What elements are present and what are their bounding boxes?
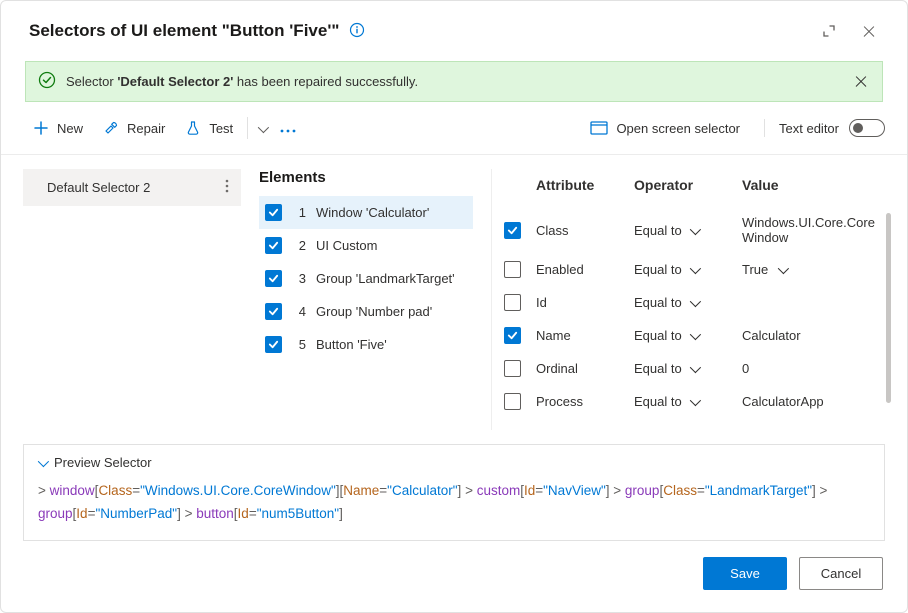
attribute-name: Class [536,223,626,238]
text-editor-label: Text editor [779,121,839,136]
dialog-footer: Save Cancel [1,541,907,612]
expand-icon[interactable] [815,17,843,45]
attribute-name: Name [536,328,626,343]
attribute-value[interactable]: 0 [742,361,881,376]
info-icon[interactable] [349,22,365,41]
attribute-name: Ordinal [536,361,626,376]
checkbox[interactable] [265,270,282,287]
checkbox[interactable] [504,261,521,278]
attribute-name: Id [536,295,626,310]
element-index: 2 [292,238,306,253]
attribute-name: Enabled [536,262,626,277]
dialog-header: Selectors of UI element "Button 'Five'" [1,1,907,53]
toolbar: New Repair Test Open screen selector Tex… [1,110,907,155]
more-actions-icon[interactable] [272,121,304,136]
test-button[interactable]: Test [175,116,243,140]
elements-column: Elements 1 Window 'Calculator' 2 UI Custom 3… [259,169,473,430]
success-banner: Selector 'Default Selector 2' has been r… [25,61,883,102]
attribute-value[interactable]: CalculatorApp [742,394,881,409]
attr-head-value: Value [742,177,881,193]
selector-item[interactable]: Default Selector 2 [23,169,241,206]
chevron-down-icon [690,262,698,277]
preview-heading: Preview Selector [54,455,152,470]
checkbox[interactable] [504,393,521,410]
element-label: Group 'LandmarkTarget' [316,271,455,286]
attr-head-operator: Operator [634,177,734,193]
element-index: 5 [292,337,306,352]
attribute-name: Process [536,394,626,409]
attribute-row: Class Equal to Windows.UI.Core.CoreWindo… [500,207,885,253]
attribute-row: Id Equal to [500,286,885,319]
attribute-row: Process Equal to CalculatorApp [500,385,885,418]
selector-item-more-icon[interactable] [225,179,229,196]
element-row[interactable]: 4 Group 'Number pad' [259,295,473,328]
chevron-down-icon [690,361,698,376]
chevron-down-icon [690,223,698,238]
element-row[interactable]: 1 Window 'Calculator' [259,196,473,229]
main-area: Default Selector 2 Elements 1 Window 'Cal… [1,155,907,430]
checkbox[interactable] [504,327,521,344]
selector-string: > window[Class="Windows.UI.Core.CoreWind… [38,480,870,526]
dialog-title: Selectors of UI element "Button 'Five'" [29,21,339,41]
checkbox[interactable] [504,222,521,239]
new-button[interactable]: New [23,116,93,140]
operator-dropdown[interactable]: Equal to [634,361,734,376]
chevron-down-icon [690,295,698,310]
cancel-button[interactable]: Cancel [799,557,883,590]
attribute-value[interactable]: True [742,262,881,277]
checkbox[interactable] [265,204,282,221]
attribute-row: Ordinal Equal to 0 [500,352,885,385]
elements-heading: Elements [259,169,473,186]
operator-dropdown[interactable]: Equal to [634,223,734,238]
repair-button[interactable]: Repair [93,116,175,140]
operator-dropdown[interactable]: Equal to [634,262,734,277]
chevron-down-icon [690,394,698,409]
element-index: 4 [292,304,306,319]
chevron-down-icon [690,328,698,343]
attribute-value[interactable]: Windows.UI.Core.CoreWindow [742,215,881,245]
attribute-row: Name Equal to Calculator [500,319,885,352]
checkbox[interactable] [504,294,521,311]
element-row[interactable]: 5 Button 'Five' [259,328,473,361]
operator-dropdown[interactable]: Equal to [634,295,734,310]
banner-close-icon[interactable] [850,70,870,93]
close-icon[interactable] [855,17,883,45]
checkbox[interactable] [265,303,282,320]
banner-text: Selector 'Default Selector 2' has been r… [66,74,418,89]
element-label: Button 'Five' [316,337,387,352]
attr-head-attribute: Attribute [536,177,626,193]
element-label: Window 'Calculator' [316,205,429,220]
element-label: Group 'Number pad' [316,304,432,319]
chevron-down-icon [778,262,786,277]
checkbox[interactable] [265,336,282,353]
element-label: UI Custom [316,238,377,253]
operator-dropdown[interactable]: Equal to [634,394,734,409]
preview-toggle[interactable]: Preview Selector [38,455,870,470]
selectors-sidebar: Default Selector 2 [23,169,241,430]
success-icon [38,71,56,92]
preview-panel: Preview Selector > window[Class="Windows… [23,444,885,541]
chevron-down-icon [38,455,46,470]
selector-item-label: Default Selector 2 [47,180,150,195]
attribute-value[interactable]: Calculator [742,328,881,343]
text-editor-toggle[interactable] [849,119,885,137]
element-row[interactable]: 2 UI Custom [259,229,473,262]
test-dropdown-icon[interactable] [252,121,272,136]
attribute-row: Enabled Equal to True [500,253,885,286]
attributes-column: Attribute Operator Value Class Equal to … [491,169,885,430]
checkbox[interactable] [265,237,282,254]
scrollbar-thumb[interactable] [886,213,891,403]
open-screen-selector-button[interactable]: Open screen selector [580,117,750,140]
element-row[interactable]: 3 Group 'LandmarkTarget' [259,262,473,295]
element-index: 1 [292,205,306,220]
save-button[interactable]: Save [703,557,787,590]
element-index: 3 [292,271,306,286]
checkbox[interactable] [504,360,521,377]
operator-dropdown[interactable]: Equal to [634,328,734,343]
